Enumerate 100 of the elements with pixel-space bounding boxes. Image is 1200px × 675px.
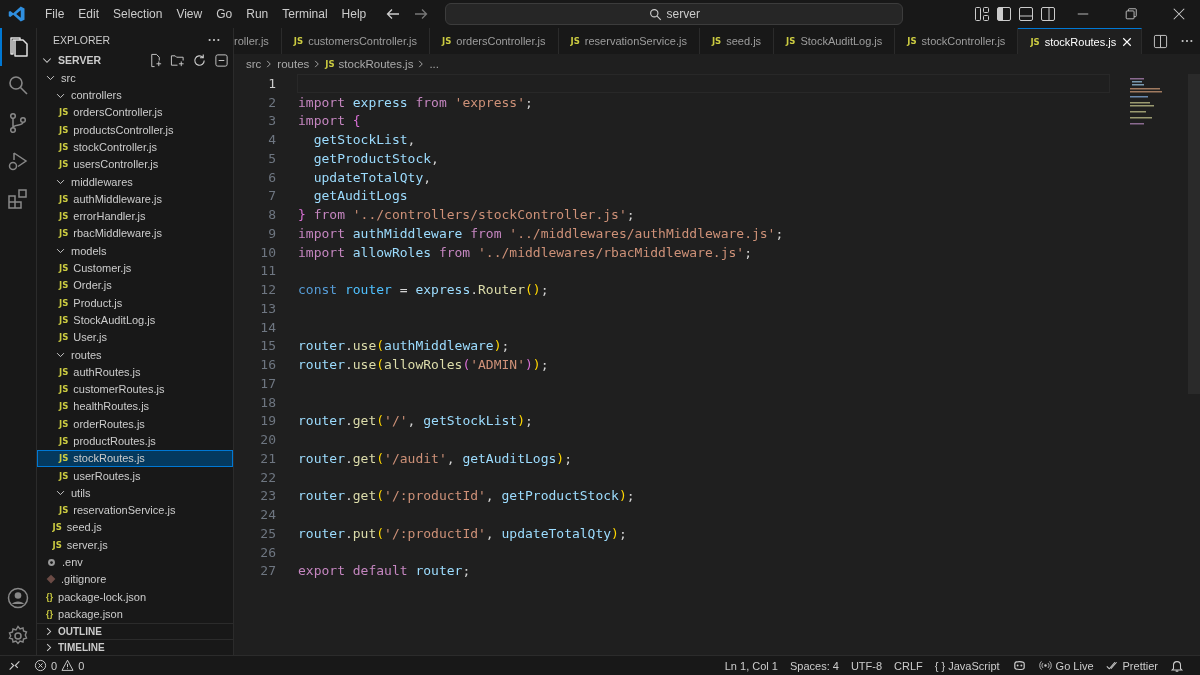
search-field[interactable]: server <box>445 3 904 25</box>
tree-item[interactable]: JS healthRoutes.js <box>37 397 233 416</box>
line-ending-setting[interactable]: CRLF <box>894 659 923 672</box>
cursor-position[interactable]: Ln 1, Col 1 <box>724 659 778 672</box>
layout-icon[interactable] <box>974 6 990 22</box>
forward-arrow-icon[interactable] <box>413 6 430 22</box>
code-line: getProductStock, <box>312 150 439 166</box>
extensions-icon[interactable] <box>6 187 30 211</box>
line-number: 23 <box>259 488 276 504</box>
go-live-button[interactable]: Go Live <box>1038 659 1094 672</box>
tree-item[interactable]: JS productRoutes.js <box>37 432 233 450</box>
tree-item[interactable]: JS userRoutes.js <box>37 466 233 485</box>
tree-folder[interactable]: routes <box>37 345 233 364</box>
tree-folder[interactable]: middlewares <box>37 172 233 191</box>
tree-item[interactable]: {} package.json <box>37 605 233 623</box>
menu-item[interactable]: Terminal <box>275 7 335 21</box>
tree-item[interactable]: JS User.js <box>37 328 233 346</box>
line-number: 13 <box>259 300 276 316</box>
tree-folder[interactable]: models <box>37 242 233 260</box>
tree-item[interactable]: JS productsController.js <box>37 121 233 139</box>
code-line: router.use(allowRoles('ADMIN')); <box>298 357 549 373</box>
tree-item[interactable]: .env <box>37 553 233 571</box>
editor-tab[interactable]: JS reservationService.js <box>558 28 700 54</box>
tree-folder[interactable]: src <box>37 69 233 87</box>
tree-item[interactable]: JS ordersController.js <box>37 103 233 121</box>
code-line: const router = express.Router(); <box>298 282 549 298</box>
menu-item[interactable]: View <box>169 7 210 21</box>
tree-item[interactable]: JS Product.js <box>37 293 233 312</box>
editor-tab[interactable]: JS ordersController.js <box>429 28 559 54</box>
tree-folder[interactable]: controllers <box>37 86 233 104</box>
tree-item[interactable]: JS seed.js <box>37 518 233 537</box>
editor-tab[interactable]: JS StockAuditLog.js <box>774 28 896 54</box>
bell-icon[interactable] <box>1170 658 1184 673</box>
breadcrumb-item[interactable]: stockRoutes.js <box>338 58 414 70</box>
breadcrumb-item[interactable]: routes <box>277 58 310 70</box>
tree-item[interactable]: JS customerRoutes.js <box>37 380 233 398</box>
section-header[interactable]: OUTLINE <box>37 622 233 639</box>
close-icon[interactable] <box>1172 7 1186 21</box>
files-icon[interactable] <box>7 35 31 59</box>
folder-title[interactable]: SERVER <box>58 54 145 67</box>
line-number: 20 <box>259 432 276 448</box>
tree-item[interactable]: JS server.js <box>37 536 233 554</box>
tree-item[interactable]: JS authRoutes.js <box>37 363 233 381</box>
problems-button[interactable]: 0 0 <box>34 659 85 672</box>
new-folder-icon[interactable] <box>170 52 185 68</box>
line-number: 11 <box>259 263 276 279</box>
editor-tab[interactable]: JS seed.js <box>699 28 775 54</box>
tree-item[interactable]: JS stockController.js <box>37 138 233 156</box>
editor-tab[interactable]: JS customersController.js <box>281 28 430 54</box>
encoding-setting[interactable]: UTF-8 <box>850 659 883 672</box>
menu-item[interactable]: Selection <box>106 7 170 21</box>
run-debug-icon[interactable] <box>6 149 30 173</box>
panel-toggle-icon[interactable] <box>1018 6 1034 22</box>
menu-item[interactable]: Edit <box>71 7 107 21</box>
editor-tab[interactable]: JS stockRoutes.js <box>1018 28 1143 54</box>
tree-item[interactable]: JS StockAuditLog.js <box>37 311 233 329</box>
tree-item[interactable]: JS errorHandler.js <box>37 207 233 225</box>
restore-icon[interactable] <box>1124 7 1138 21</box>
collapse-all-icon[interactable] <box>214 52 229 68</box>
js-file-icon: JS <box>570 36 580 46</box>
secondary-sidebar-icon[interactable] <box>1040 6 1056 22</box>
search-icon[interactable] <box>6 73 30 97</box>
menu-item[interactable]: File <box>38 7 72 21</box>
tree-item[interactable]: JS rbacMiddleware.js <box>37 224 233 243</box>
refresh-icon[interactable] <box>192 52 207 68</box>
breadcrumb-item[interactable]: src <box>246 58 262 70</box>
menu-item[interactable]: Help <box>334 7 374 21</box>
explorer-title: EXPLORER <box>53 33 111 46</box>
code-line: router.get('/audit', getAuditLogs); <box>298 450 572 466</box>
indentation-setting[interactable]: Spaces: 4 <box>789 659 839 672</box>
section-header[interactable]: TIMELINE <box>37 638 233 655</box>
app-logo-icon <box>8 5 26 23</box>
language-mode[interactable]: { } JavaScript <box>934 659 1000 672</box>
copilot-icon[interactable] <box>1011 658 1027 673</box>
tree-item[interactable]: JS Customer.js <box>37 259 233 277</box>
tree-item[interactable]: .gitignore <box>37 570 233 588</box>
tree-item[interactable]: JS usersController.js <box>37 155 233 173</box>
breadcrumb-item[interactable]: ... <box>429 58 439 70</box>
error-icon <box>34 659 47 672</box>
sidebar-toggle-icon[interactable] <box>996 6 1012 22</box>
line-number: 1 <box>267 75 276 91</box>
js-file-icon: JS <box>59 332 69 343</box>
editor-tab[interactable]: roller.js <box>234 28 282 54</box>
tree-item[interactable]: JS stockRoutes.js <box>37 449 233 467</box>
new-file-icon[interactable] <box>148 52 163 68</box>
tree-item[interactable]: JS orderRoutes.js <box>37 415 233 433</box>
tree-item[interactable]: JS Order.js <box>37 276 233 294</box>
prettier-button[interactable]: Prettier <box>1105 659 1158 672</box>
split-editor-icon[interactable] <box>1153 33 1168 49</box>
tree-item[interactable]: {} package-lock.json <box>37 588 233 606</box>
account-icon[interactable] <box>6 586 30 610</box>
tree-folder[interactable]: utils <box>37 484 233 502</box>
close-icon[interactable] <box>1121 35 1134 48</box>
tree-item[interactable]: JS authMiddleware.js <box>37 190 233 208</box>
js-file-icon: JS <box>59 280 69 291</box>
back-arrow-icon[interactable] <box>385 6 402 22</box>
line-number: 17 <box>259 375 276 391</box>
tree-item[interactable]: JS reservationService.js <box>37 501 233 519</box>
menu-item[interactable]: Run <box>239 7 276 21</box>
menu-item[interactable]: Go <box>209 7 240 21</box>
